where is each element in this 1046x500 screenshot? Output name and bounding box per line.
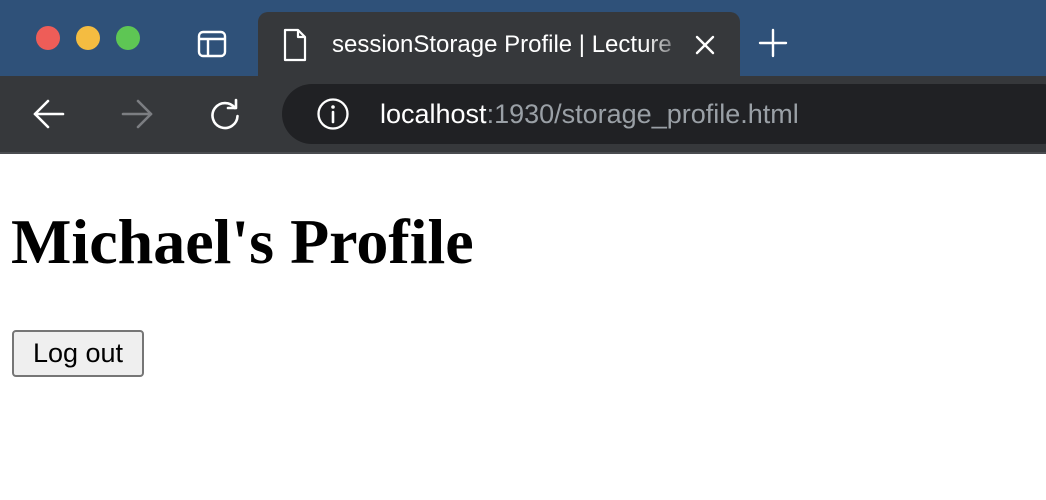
tab-title: sessionStorage Profile | Lecture (332, 31, 672, 58)
browser-toolbar: localhost:1930/storage_profile.html (0, 76, 1046, 152)
window-maximize-button[interactable] (116, 26, 140, 50)
close-icon[interactable] (694, 34, 716, 56)
url-text[interactable]: localhost:1930/storage_profile.html (380, 84, 799, 144)
sidebar-icon[interactable] (197, 30, 227, 58)
url-host: localhost (380, 99, 487, 129)
tab-active[interactable]: sessionStorage Profile | Lecture (258, 12, 740, 76)
window-minimize-button[interactable] (76, 26, 100, 50)
arrow-left-icon[interactable] (32, 97, 66, 131)
plus-icon[interactable] (758, 28, 788, 58)
browser-title-bar: sessionStorage Profile | Lecture (0, 0, 1046, 76)
arrow-right-icon[interactable] (120, 97, 154, 131)
info-icon[interactable] (316, 97, 350, 131)
url-path: :1930/storage_profile.html (486, 99, 799, 129)
page-title: Michael's Profile (11, 206, 474, 277)
logout-button[interactable]: Log out (12, 330, 144, 377)
page-icon (283, 28, 307, 62)
page-content: Michael's Profile Log out (0, 154, 1046, 500)
reload-icon[interactable] (208, 97, 242, 131)
window-close-button[interactable] (36, 26, 60, 50)
address-bar[interactable]: localhost:1930/storage_profile.html (282, 84, 1046, 144)
